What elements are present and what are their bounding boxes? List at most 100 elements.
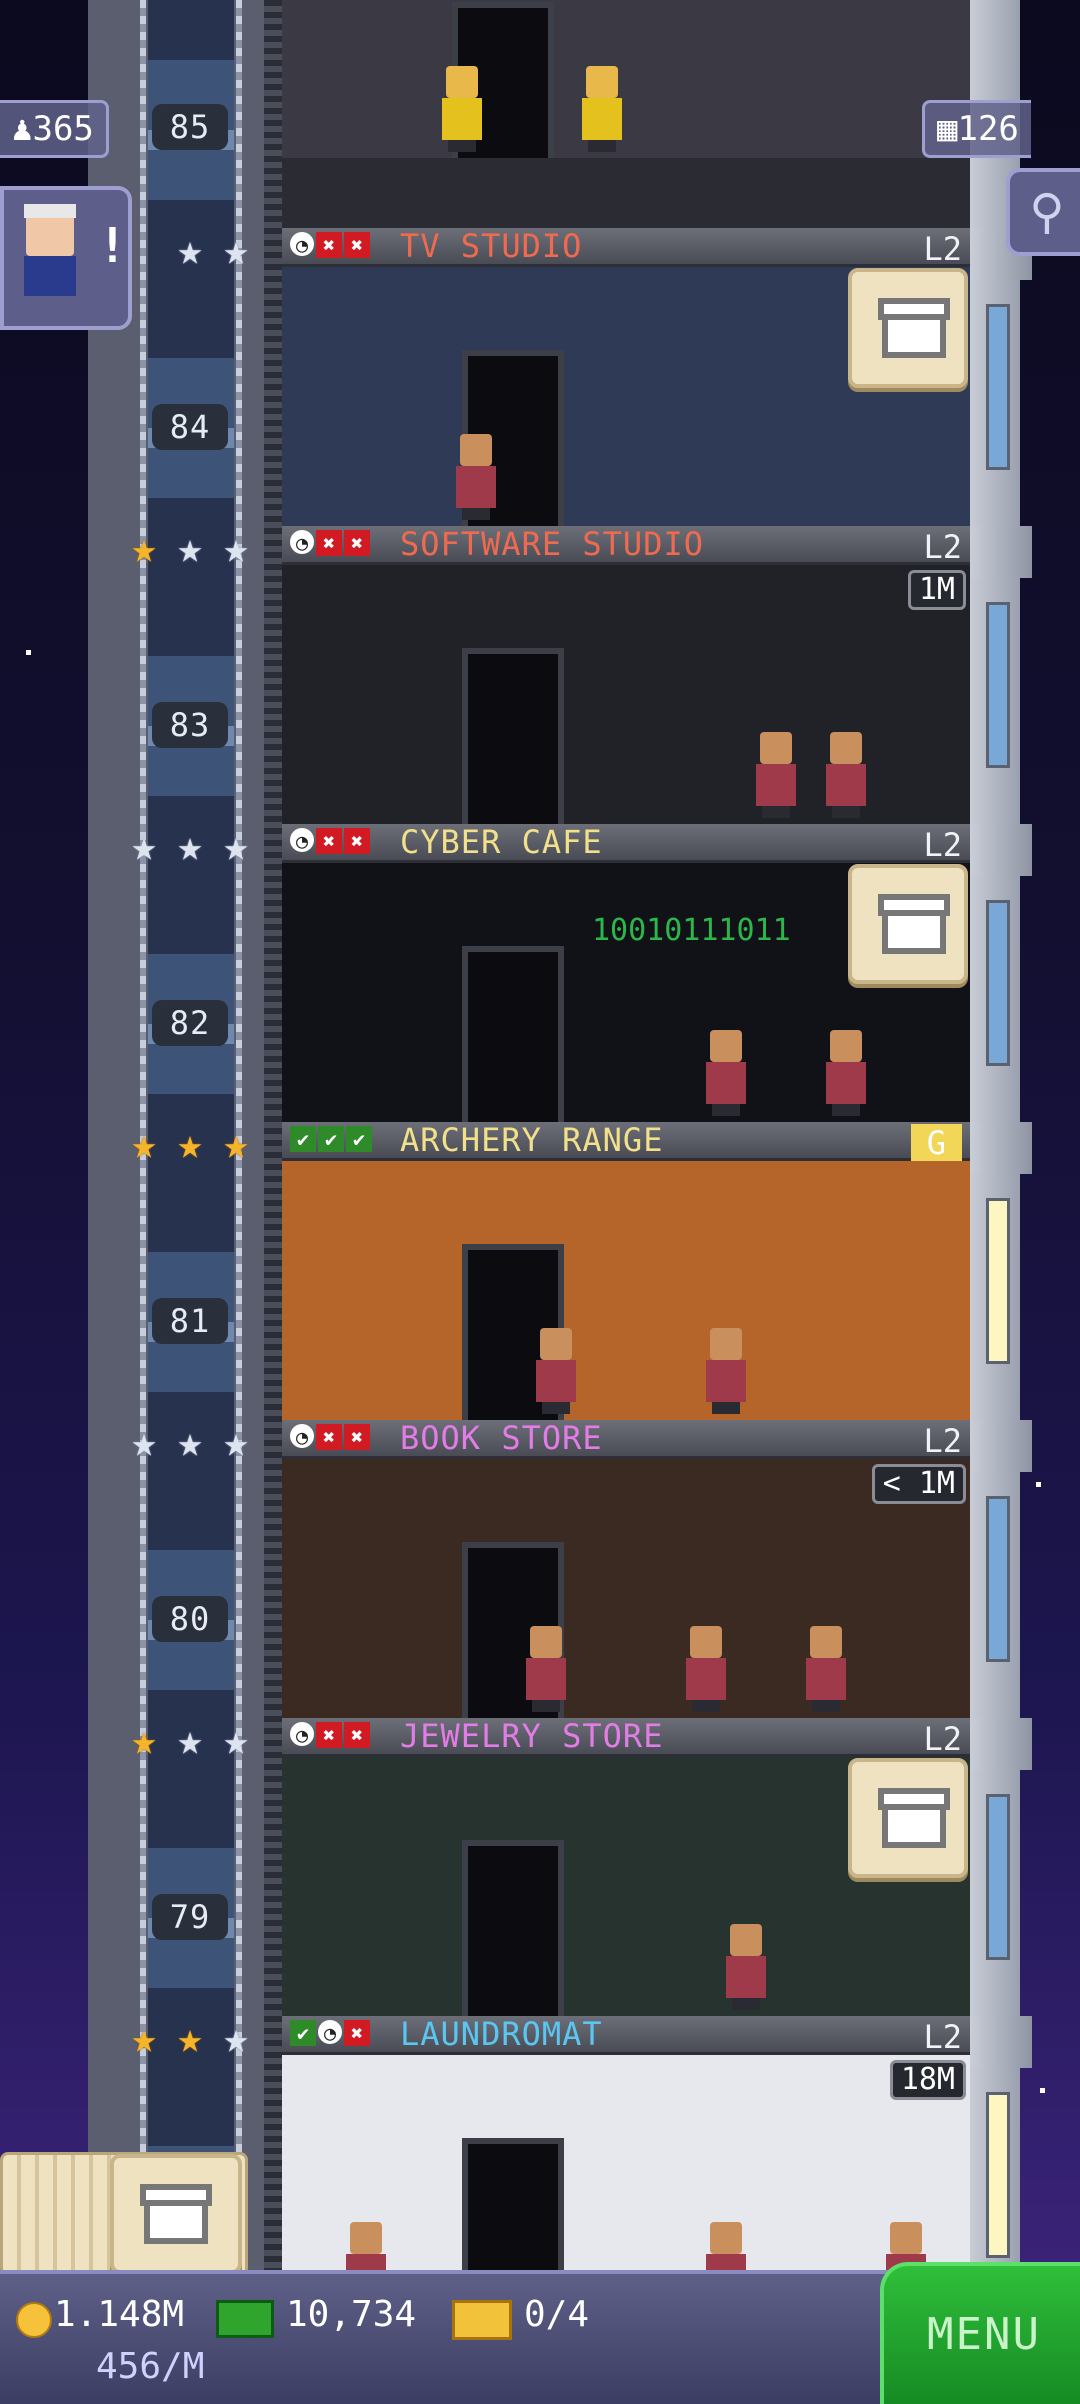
silver-star-icon: ★ <box>131 821 157 870</box>
restock-crate-button[interactable] <box>848 864 968 984</box>
avatar-body <box>24 256 76 296</box>
frame-ledge <box>970 1718 1032 1770</box>
population-counter[interactable]: ♟365 <box>0 100 109 158</box>
floor-name: TV STUDIO <box>400 227 583 265</box>
avatar <box>26 212 74 256</box>
frame-ledge <box>970 1122 1032 1174</box>
floor-room[interactable] <box>282 1161 970 1420</box>
floor-header[interactable]: ◔ ✖ ✖ CYBER CAFE L2 <box>282 824 970 864</box>
stock-all-button[interactable] <box>0 2152 248 2276</box>
bitizen[interactable] <box>822 732 870 818</box>
door <box>462 648 564 824</box>
out-of-stock-icon: ✖ <box>316 1722 342 1748</box>
bitizen[interactable] <box>532 1328 580 1414</box>
restocking-clock-icon: ◔ <box>290 1722 314 1747</box>
elevator-rail <box>264 0 282 2270</box>
door <box>462 2138 564 2270</box>
bux-counter[interactable]: ▦126 <box>922 100 1031 158</box>
floor-stars: ★ ★ <box>168 228 308 274</box>
floor-header[interactable]: ◔ ✖ ✖ SOFTWARE STUDIO L2 <box>282 525 970 566</box>
frame-ledge <box>970 526 1032 578</box>
bitizen[interactable] <box>342 2222 390 2270</box>
visitor-alert-button[interactable]: ! <box>0 186 132 330</box>
out-of-stock-icon: ✖ <box>344 1424 370 1450</box>
building-icon: ▦ <box>937 109 958 149</box>
silver-star-icon: ★ <box>131 1417 157 1466</box>
bitizen[interactable] <box>702 1328 750 1414</box>
in-stock-check-icon: ✔ <box>346 1126 372 1152</box>
ticket-icon <box>452 2300 512 2340</box>
restock-crate-button[interactable] <box>848 1758 968 1878</box>
floor-header[interactable]: ✔ ✔ ✔ ARCHERY RANGE G <box>282 1122 970 1162</box>
bitizen[interactable] <box>752 732 800 818</box>
restock-crate-button[interactable] <box>848 268 968 388</box>
floor-80[interactable]: ◔ ✖ ✖ BOOK STORE L2 < 1M <box>282 1420 970 1718</box>
bitizen[interactable] <box>522 1626 570 1712</box>
floor-85[interactable] <box>282 0 970 228</box>
out-of-stock-icon: ✖ <box>344 232 370 258</box>
bitizen[interactable] <box>822 1030 870 1116</box>
gold-star-icon: ★ <box>131 1119 157 1168</box>
floor-83[interactable]: ◔ ✖ ✖ SOFTWARE STUDIO L2 1M <box>282 526 970 824</box>
menu-button[interactable]: MENU <box>880 2262 1080 2404</box>
bitizen[interactable] <box>578 66 626 152</box>
bitizen[interactable] <box>452 434 500 520</box>
floor-header[interactable]: ◔ ✖ ✖ TV STUDIO L2 <box>282 227 970 268</box>
floor-number: 80 <box>152 1596 228 1642</box>
gold-star-icon: ★ <box>177 1119 203 1168</box>
gold-star-icon: ★ <box>223 1119 249 1168</box>
floor-stars: ★ ★ ★ <box>122 526 262 572</box>
bitizen[interactable] <box>802 1626 850 1712</box>
sale-badge: 1M <box>907 570 966 610</box>
stock-status: ✔ ◔ ✖ <box>290 2020 370 2046</box>
floor-room[interactable] <box>282 2055 970 2270</box>
floor-level: L2 <box>923 230 962 268</box>
floor-82[interactable]: ◔ ✖ ✖ CYBER CAFE L2 10010111011 <box>282 824 970 1122</box>
gold-star-icon: ★ <box>131 2013 157 2062</box>
silver-star-icon: ★ <box>223 821 249 870</box>
bitizen[interactable] <box>702 2222 750 2270</box>
floor-84[interactable]: ◔ ✖ ✖ TV STUDIO L2 <box>282 228 970 526</box>
floor-78[interactable]: ✔ ◔ ✖ LAUNDROMAT L2 18M <box>282 2016 970 2270</box>
floor-stars: ★ ★ ★ <box>122 1122 262 1168</box>
tower-scene: 85 ◔ ✖ ✖ TV STUDIO L2 84 ★ ★ ◔ ✖ ✖ SOFTWARE STUDIO L… <box>0 0 1080 2270</box>
bitizen[interactable] <box>438 66 486 152</box>
gold-star-icon: ★ <box>177 2013 203 2062</box>
restocking-clock-icon: ◔ <box>290 530 314 555</box>
floor-header[interactable]: ◔ ✖ ✖ BOOK STORE L2 <box>282 1420 970 1460</box>
out-of-stock-icon: ✖ <box>316 1424 342 1450</box>
in-stock-check-icon: ✔ <box>290 2020 316 2046</box>
background-star <box>26 650 31 655</box>
floor-header[interactable]: ◔ ✖ ✖ JEWELRY STORE L2 <box>282 1718 970 1758</box>
floor-name: LAUNDROMAT <box>400 2015 603 2053</box>
floor-number: 81 <box>152 1298 228 1344</box>
bitizen[interactable] <box>722 1924 770 2010</box>
frame-window <box>986 304 1010 470</box>
floor-stars: ★ ★ ★ <box>122 1718 262 1764</box>
floor-header[interactable]: ✔ ◔ ✖ LAUNDROMAT L2 <box>282 2015 970 2056</box>
bitizen[interactable] <box>702 1030 750 1116</box>
bitizen[interactable] <box>682 1626 730 1712</box>
floor-name: SOFTWARE STUDIO <box>400 525 704 563</box>
frame-ledge <box>970 1420 1032 1472</box>
floor-room[interactable] <box>282 565 970 824</box>
restocking-clock-icon: ◔ <box>290 1424 314 1449</box>
floor-number: 83 <box>152 702 228 748</box>
frame-window <box>986 1496 1010 1662</box>
floor-81[interactable]: ✔ ✔ ✔ ARCHERY RANGE G <box>282 1122 970 1420</box>
silver-star-icon: ★ <box>223 523 249 572</box>
door <box>462 946 564 1122</box>
tower-bux-total: 10,734 <box>286 2294 417 2335</box>
silver-star-icon: ★ <box>223 2013 249 2062</box>
magnifier-icon[interactable]: ⚲ <box>1006 168 1080 256</box>
door <box>462 1840 564 2016</box>
avatar-hair <box>24 204 76 218</box>
out-of-stock-icon: ✖ <box>344 1722 370 1748</box>
out-of-stock-icon: ✖ <box>344 828 370 854</box>
floor-79[interactable]: ◔ ✖ ✖ JEWELRY STORE L2 <box>282 1718 970 2016</box>
stock-status: ◔ ✖ ✖ <box>290 530 370 556</box>
out-of-stock-icon: ✖ <box>344 530 370 556</box>
floor-number: 85 <box>152 104 228 150</box>
floor-room[interactable] <box>282 1459 970 1718</box>
floor-level: L2 <box>923 1422 962 1460</box>
